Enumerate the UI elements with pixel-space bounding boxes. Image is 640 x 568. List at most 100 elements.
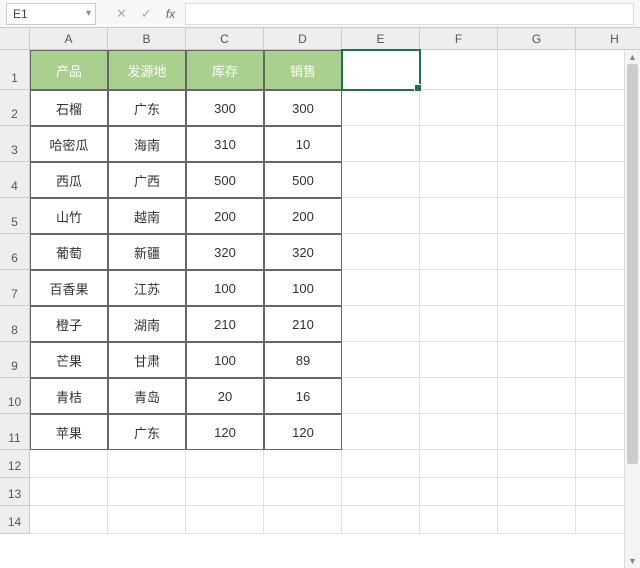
table-cell-5-3[interactable]: 100 [264, 270, 342, 306]
table-cell-7-1[interactable]: 甘肃 [108, 342, 186, 378]
table-cell-1-2[interactable]: 310 [186, 126, 264, 162]
cell-G1[interactable] [498, 50, 576, 90]
cell-C12[interactable] [186, 450, 264, 478]
row-header-2[interactable]: 2 [0, 90, 30, 126]
cell-B14[interactable] [108, 506, 186, 534]
cell-F13[interactable] [420, 478, 498, 506]
row-header-6[interactable]: 6 [0, 234, 30, 270]
cell-F14[interactable] [420, 506, 498, 534]
cell-E11[interactable] [342, 414, 420, 450]
cell-F4[interactable] [420, 162, 498, 198]
row-header-9[interactable]: 9 [0, 342, 30, 378]
table-header-0[interactable]: 产品 [30, 50, 108, 90]
table-cell-3-0[interactable]: 山竹 [30, 198, 108, 234]
cell-F9[interactable] [420, 342, 498, 378]
table-cell-6-2[interactable]: 210 [186, 306, 264, 342]
cell-G8[interactable] [498, 306, 576, 342]
cell-D12[interactable] [264, 450, 342, 478]
cell-B12[interactable] [108, 450, 186, 478]
cell-D14[interactable] [264, 506, 342, 534]
cancel-icon[interactable]: ✕ [116, 6, 127, 22]
cell-G6[interactable] [498, 234, 576, 270]
cell-E4[interactable] [342, 162, 420, 198]
col-header-C[interactable]: C [186, 28, 264, 50]
table-cell-9-0[interactable]: 苹果 [30, 414, 108, 450]
cell-F2[interactable] [420, 90, 498, 126]
table-header-3[interactable]: 销售 [264, 50, 342, 90]
row-header-10[interactable]: 10 [0, 378, 30, 414]
cell-B13[interactable] [108, 478, 186, 506]
cell-A12[interactable] [30, 450, 108, 478]
table-cell-5-2[interactable]: 100 [186, 270, 264, 306]
cell-F10[interactable] [420, 378, 498, 414]
confirm-icon[interactable]: ✓ [141, 6, 152, 22]
table-cell-3-1[interactable]: 越南 [108, 198, 186, 234]
table-cell-2-1[interactable]: 广西 [108, 162, 186, 198]
cell-G4[interactable] [498, 162, 576, 198]
table-cell-5-1[interactable]: 江苏 [108, 270, 186, 306]
cell-F1[interactable] [420, 50, 498, 90]
table-cell-6-1[interactable]: 湖南 [108, 306, 186, 342]
table-cell-1-0[interactable]: 哈密瓜 [30, 126, 108, 162]
row-header-11[interactable]: 11 [0, 414, 30, 450]
table-cell-3-3[interactable]: 200 [264, 198, 342, 234]
cell-G11[interactable] [498, 414, 576, 450]
cell-C14[interactable] [186, 506, 264, 534]
fx-icon[interactable]: fx [166, 7, 175, 21]
table-cell-8-1[interactable]: 青岛 [108, 378, 186, 414]
cell-F12[interactable] [420, 450, 498, 478]
name-box-dropdown-icon[interactable]: ▾ [86, 8, 91, 19]
cell-F6[interactable] [420, 234, 498, 270]
cell-E6[interactable] [342, 234, 420, 270]
table-cell-3-2[interactable]: 200 [186, 198, 264, 234]
table-cell-8-0[interactable]: 青桔 [30, 378, 108, 414]
table-cell-6-3[interactable]: 210 [264, 306, 342, 342]
table-cell-2-2[interactable]: 500 [186, 162, 264, 198]
col-header-B[interactable]: B [108, 28, 186, 50]
scroll-down-arrow-icon[interactable]: ▼ [625, 554, 640, 568]
cell-E8[interactable] [342, 306, 420, 342]
col-header-E[interactable]: E [342, 28, 420, 50]
cell-G14[interactable] [498, 506, 576, 534]
cell-F3[interactable] [420, 126, 498, 162]
cell-E14[interactable] [342, 506, 420, 534]
table-cell-0-2[interactable]: 300 [186, 90, 264, 126]
col-header-G[interactable]: G [498, 28, 576, 50]
cell-G7[interactable] [498, 270, 576, 306]
row-header-4[interactable]: 4 [0, 162, 30, 198]
table-cell-0-1[interactable]: 广东 [108, 90, 186, 126]
cell-G3[interactable] [498, 126, 576, 162]
col-header-A[interactable]: A [30, 28, 108, 50]
table-cell-6-0[interactable]: 橙子 [30, 306, 108, 342]
table-cell-1-3[interactable]: 10 [264, 126, 342, 162]
cell-F7[interactable] [420, 270, 498, 306]
cell-A14[interactable] [30, 506, 108, 534]
cell-E13[interactable] [342, 478, 420, 506]
cell-G9[interactable] [498, 342, 576, 378]
cell-A13[interactable] [30, 478, 108, 506]
cell-E1[interactable] [342, 50, 420, 90]
table-cell-9-1[interactable]: 广东 [108, 414, 186, 450]
row-header-5[interactable]: 5 [0, 198, 30, 234]
table-cell-2-3[interactable]: 500 [264, 162, 342, 198]
col-header-F[interactable]: F [420, 28, 498, 50]
cell-F8[interactable] [420, 306, 498, 342]
table-cell-0-0[interactable]: 石榴 [30, 90, 108, 126]
cell-E3[interactable] [342, 126, 420, 162]
scroll-thumb[interactable] [627, 64, 638, 464]
cell-G2[interactable] [498, 90, 576, 126]
row-header-1[interactable]: 1 [0, 50, 30, 90]
select-all-corner[interactable] [0, 28, 30, 50]
table-cell-7-3[interactable]: 89 [264, 342, 342, 378]
col-header-D[interactable]: D [264, 28, 342, 50]
formula-input[interactable] [185, 3, 634, 25]
scroll-up-arrow-icon[interactable]: ▲ [625, 50, 640, 64]
cell-E12[interactable] [342, 450, 420, 478]
cell-G13[interactable] [498, 478, 576, 506]
table-cell-0-3[interactable]: 300 [264, 90, 342, 126]
row-header-14[interactable]: 14 [0, 506, 30, 534]
cell-E7[interactable] [342, 270, 420, 306]
row-header-8[interactable]: 8 [0, 306, 30, 342]
row-header-7[interactable]: 7 [0, 270, 30, 306]
table-cell-4-3[interactable]: 320 [264, 234, 342, 270]
